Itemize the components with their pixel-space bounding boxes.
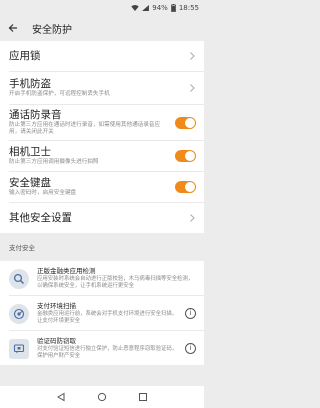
payment-card: 正版金融类应用检测 应用安装时系统会自动进行正版校验，木马病毒扫描等安全检测，以… bbox=[0, 261, 204, 365]
secure-keyboard-row[interactable]: 安全键盘 输入密码时，启用安全键盘 bbox=[0, 172, 204, 202]
code-anti-theft-item: 验证码防窃取 对支付验证短信进行独立保护，防止恶意程序窃取验证码，保护用户财产安… bbox=[0, 331, 204, 365]
call-recording-label: 通话防录音 bbox=[9, 109, 62, 121]
app-lock-row[interactable]: 应用锁 bbox=[0, 41, 204, 71]
other-settings-row[interactable]: 其他安全设置 bbox=[0, 203, 204, 233]
camera-guard-row[interactable]: 相机卫士 防止第三方应用调用摄像头进行拍照 bbox=[0, 141, 204, 171]
app-lock-label: 应用锁 bbox=[9, 49, 41, 62]
other-settings-label: 其他安全设置 bbox=[9, 211, 72, 224]
nav-back-icon[interactable] bbox=[56, 392, 66, 402]
nav-home-icon[interactable] bbox=[97, 392, 107, 402]
nav-recents-icon[interactable] bbox=[138, 392, 148, 402]
battery-percent: 94% bbox=[152, 3, 168, 12]
navigation-bar bbox=[0, 386, 204, 408]
search-shield-icon bbox=[9, 269, 29, 289]
camera-guard-desc: 防止第三方应用调用摄像头进行拍照 bbox=[9, 159, 99, 165]
toggle-knob bbox=[185, 182, 195, 192]
status-bar: 94% 18:55 bbox=[0, 0, 204, 15]
page-title: 安全防护 bbox=[32, 24, 72, 36]
call-recording-desc: 防止第三方应用在通话时进行录音，如需使用其他通话录音应用，请关闭此开关 bbox=[9, 122, 161, 135]
settings-card: 应用锁 手机防盗 开启手机防盗保护，可远程控制丢失手机 通话防录音 防止第三方应… bbox=[0, 41, 204, 233]
app-bar: 安全防护 bbox=[0, 15, 204, 41]
call-recording-row[interactable]: 通话防录音 防止第三方应用在通话时进行录音，如需使用其他通话录音应用，请关闭此开… bbox=[0, 105, 204, 140]
chevron-right-icon bbox=[190, 52, 195, 60]
back-arrow-icon bbox=[8, 24, 17, 32]
item-desc: 应用安装时系统会自动进行正版校验，木马病毒扫描等安全检测，以确保系统安全，让手机… bbox=[37, 276, 194, 289]
chevron-right-icon bbox=[190, 214, 195, 222]
item-title: 验证码防窃取 bbox=[37, 337, 76, 345]
item-desc: 对支付验证短信进行独立保护，防止恶意程序窃取验证码，保护用户财产安全 bbox=[37, 346, 178, 359]
camera-guard-label: 相机卫士 bbox=[9, 146, 51, 158]
item-title: 正版金融类应用检测 bbox=[37, 267, 96, 275]
message-lock-icon bbox=[9, 339, 29, 359]
phone-anti-theft-desc: 开启手机防盗保护，可远程控制丢失手机 bbox=[9, 91, 110, 97]
camera-guard-toggle[interactable] bbox=[175, 150, 196, 162]
phone-anti-theft-row[interactable]: 手机防盗 开启手机防盗保护，可远程控制丢失手机 bbox=[0, 72, 204, 104]
wifi-icon bbox=[131, 4, 139, 11]
info-icon[interactable]: i bbox=[185, 308, 196, 319]
secure-keyboard-toggle[interactable] bbox=[175, 181, 196, 193]
clock: 18:55 bbox=[178, 3, 199, 12]
item-desc: 金融类应用运行前，系统会对手机支付环境进行安全扫描，让支付环境更安全 bbox=[37, 311, 178, 324]
toggle-knob bbox=[185, 151, 195, 161]
item-title: 支付环境扫描 bbox=[37, 302, 76, 310]
info-icon[interactable]: i bbox=[185, 343, 196, 354]
toggle-knob bbox=[185, 117, 195, 128]
secure-keyboard-label: 安全键盘 bbox=[9, 177, 51, 189]
battery-icon bbox=[170, 3, 176, 12]
payment-env-scan-item: 支付环境扫描 金融类应用运行前，系统会对手机支付环境进行安全扫描，让支付环境更安… bbox=[0, 296, 204, 330]
phone-anti-theft-label: 手机防盗 bbox=[9, 78, 51, 90]
signal-icon bbox=[142, 4, 150, 11]
chevron-right-icon bbox=[190, 84, 195, 92]
genuine-app-detection-item: 正版金融类应用检测 应用安装时系统会自动进行正版校验，木马病毒扫描等安全检测，以… bbox=[0, 261, 204, 295]
secure-keyboard-desc: 输入密码时，启用安全键盘 bbox=[9, 190, 77, 196]
call-recording-toggle[interactable] bbox=[175, 116, 196, 129]
back-button[interactable] bbox=[6, 21, 20, 35]
scan-icon bbox=[9, 304, 29, 324]
payment-section-header: 支付安全 bbox=[0, 233, 204, 261]
